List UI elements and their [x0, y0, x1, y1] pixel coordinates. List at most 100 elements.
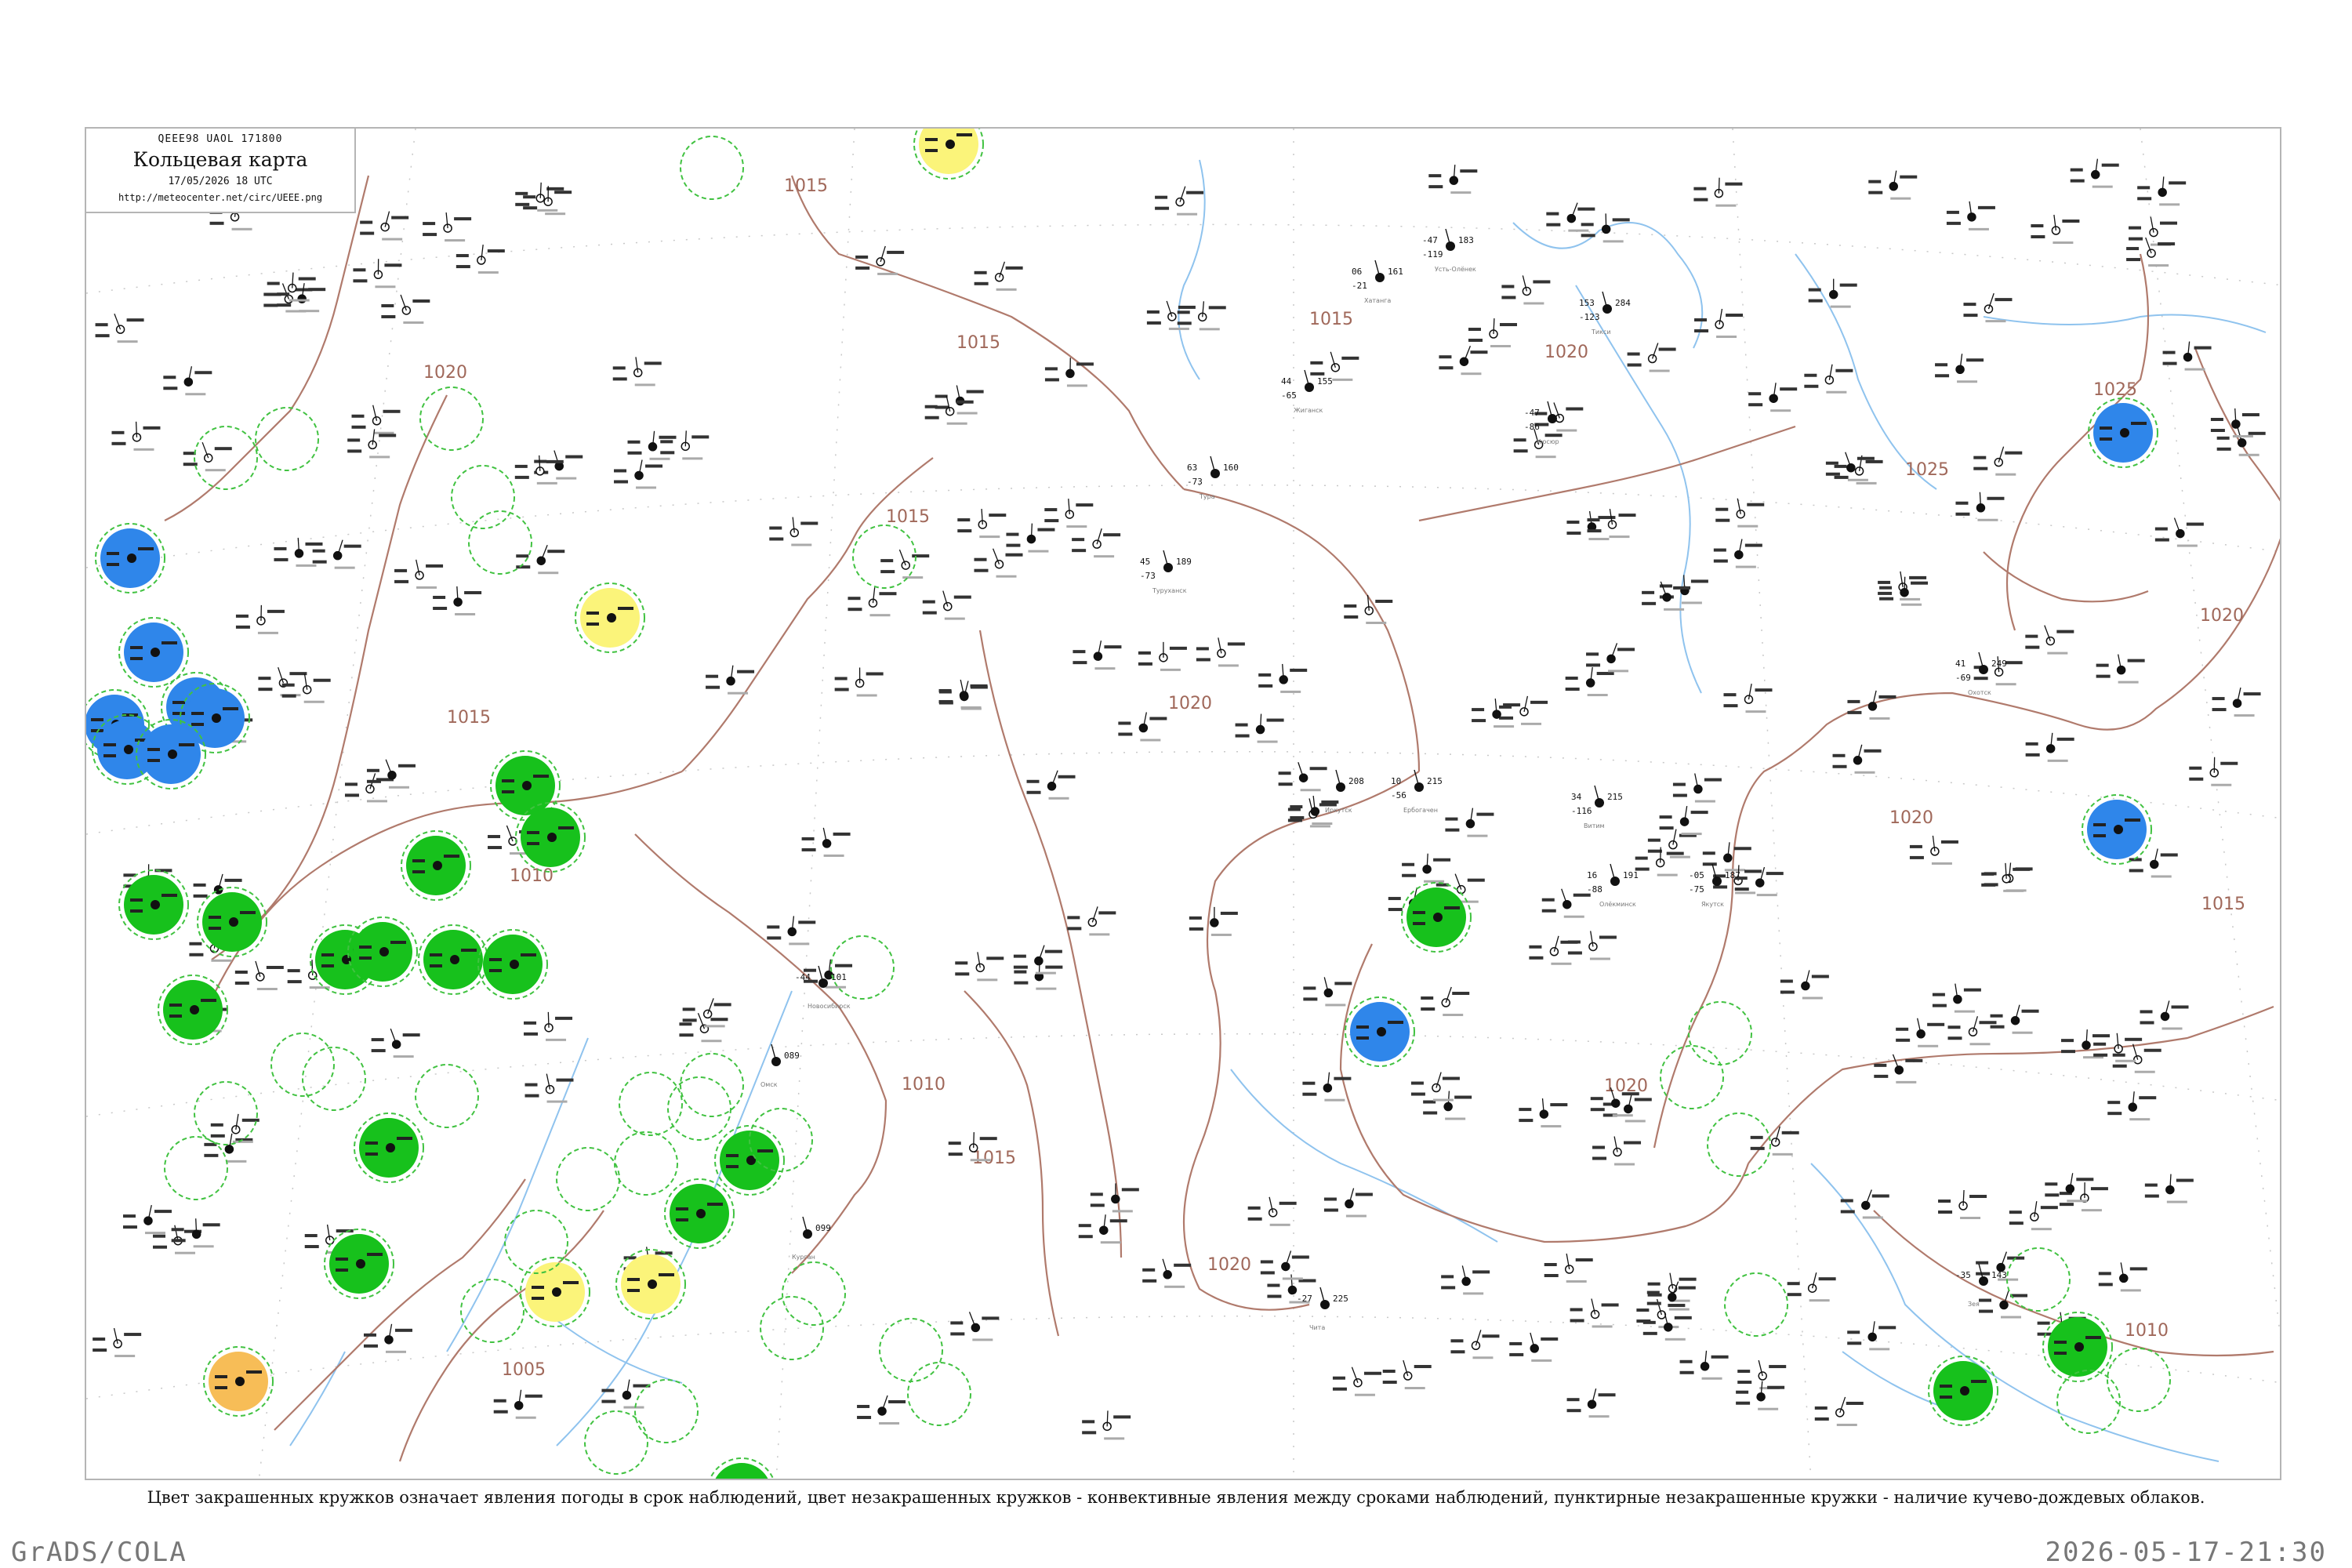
- station-dewpoint: -75: [1689, 884, 1704, 895]
- station-temperature: -47: [1422, 235, 1438, 245]
- station-plot: [1804, 364, 1853, 394]
- phenomena-circle-blue[interactable]: [2088, 397, 2158, 468]
- station-pressure: 161: [1388, 267, 1403, 277]
- phenomena-circle-orange[interactable]: [203, 1346, 274, 1417]
- phenomena-circle-blue[interactable]: [1345, 996, 1415, 1067]
- phenomena-circle-green[interactable]: [158, 975, 228, 1045]
- station-plot: [1044, 499, 1094, 528]
- station-pressure: 143: [1991, 1270, 2007, 1280]
- cb-cloud-ring: [419, 387, 484, 451]
- cb-cloud-ring: [852, 524, 916, 589]
- station-plot: [1581, 213, 1630, 243]
- isobar-label: 1015: [1309, 310, 1353, 329]
- station-plot: [2025, 625, 2074, 655]
- station-plot: [1567, 931, 1617, 960]
- station-plot: [1529, 935, 1578, 965]
- station-temperature: 63: [1187, 463, 1197, 473]
- station-plot: [834, 667, 884, 697]
- station-name: Новосибирск: [808, 1003, 851, 1010]
- station-plot: [1935, 354, 1984, 383]
- station-temperature: 153: [1579, 298, 1595, 308]
- isobar-label: 1025: [2093, 380, 2137, 400]
- station-dewpoint: -73: [1187, 477, 1203, 487]
- station-pressure: 183: [1458, 235, 1474, 245]
- station-observation[interactable]: 215 34 -116 Витим: [1571, 785, 1623, 829]
- phenomena-circle-green[interactable]: [2042, 1312, 2113, 1382]
- phenomena-circle-green[interactable]: [347, 916, 418, 987]
- station-plot: [1814, 1396, 1864, 1426]
- station-plot: [1006, 523, 1055, 553]
- station-observation[interactable]: 161 06 -21 Хатанга: [1352, 260, 1403, 304]
- station-temperature: 06: [1352, 267, 1362, 277]
- station-plot: [281, 673, 331, 703]
- phenomena-circle-green[interactable]: [707, 1457, 776, 1480]
- station-observation[interactable]: 099 Курган: [792, 1216, 831, 1261]
- station-pressure: 215: [1427, 776, 1443, 786]
- station-plot: [1627, 343, 1676, 372]
- station-plot: [880, 549, 930, 579]
- station-observation[interactable]: 215 10 -56 Ербогачен: [1391, 769, 1443, 814]
- isobar-label: 1020: [1889, 808, 1933, 828]
- phenomena-circle-green[interactable]: [477, 929, 548, 1000]
- phenomena-circle-green[interactable]: [664, 1178, 735, 1249]
- station-name: Иркутск: [1325, 807, 1352, 814]
- phenomena-circle-green[interactable]: [118, 869, 189, 940]
- station-plot: [601, 1379, 651, 1409]
- station-plot: [122, 1204, 172, 1235]
- phenomena-circle-yellow[interactable]: [520, 1257, 590, 1327]
- station-plot: [2162, 341, 2212, 371]
- station-observation[interactable]: 225 -27 Чита: [1297, 1287, 1348, 1331]
- cb-cloud-ring: [302, 1047, 366, 1111]
- phenomena-circle-green[interactable]: [515, 802, 586, 873]
- phenomena-circle-green[interactable]: [1928, 1356, 1998, 1426]
- station-plot: [924, 395, 974, 425]
- phenomena-circle-green[interactable]: [324, 1229, 394, 1299]
- cb-cloud-ring: [255, 407, 319, 471]
- isobar-label: 1010: [2125, 1321, 2169, 1341]
- station-plot: [1402, 853, 1451, 883]
- phenomena-circle-green[interactable]: [197, 887, 267, 957]
- phenomena-circle-green[interactable]: [418, 924, 488, 995]
- station-plot: [1421, 986, 1470, 1017]
- phenomena-circle-yellow[interactable]: [615, 1249, 686, 1319]
- station-observation[interactable]: 284 153 -123 Тикси: [1579, 291, 1631, 336]
- station-plot: [1832, 744, 1882, 774]
- station-plot: [1979, 1289, 2028, 1319]
- station-plot: [514, 455, 564, 485]
- station-plot: [1566, 1388, 1616, 1418]
- station-plot: [2126, 237, 2176, 267]
- bulletin-code: QEEE98 UAOL 171800: [158, 133, 283, 145]
- phenomena-circle-blue[interactable]: [118, 617, 189, 688]
- phenomena-circle-green[interactable]: [354, 1112, 424, 1183]
- source-url[interactable]: http://meteocenter.net/circ/UEEE.png: [86, 192, 354, 203]
- phenomena-circle-blue[interactable]: [136, 719, 206, 789]
- station-observation[interactable]: 155 44 -65 Жиганск: [1281, 369, 1333, 414]
- station-plot: [1441, 1265, 1490, 1295]
- station-observation[interactable]: 191 16 -88 Олёкминск: [1587, 863, 1639, 908]
- phenomena-circle-green[interactable]: [401, 830, 471, 901]
- station-observation[interactable]: 189 45 -73 Туруханск: [1140, 550, 1192, 594]
- phenomena-circle-blue[interactable]: [2082, 794, 2152, 865]
- station-plot: [1659, 806, 1708, 836]
- cb-cloud-ring: [194, 426, 258, 490]
- station-plot: [1847, 1321, 1896, 1351]
- station-plot: [363, 1323, 412, 1353]
- station-plot: [2212, 687, 2261, 717]
- station-plot: [1825, 452, 1875, 481]
- station-plot: [1260, 1250, 1309, 1280]
- phenomena-circle-green[interactable]: [1401, 882, 1472, 953]
- station-plot: [371, 1028, 420, 1058]
- station-pressure: 189: [1176, 557, 1192, 567]
- phenomena-circle-yellow[interactable]: [575, 583, 645, 653]
- phenomena-circle-blue[interactable]: [95, 523, 165, 593]
- station-plot: [353, 259, 402, 289]
- cb-cloud-ring: [164, 1136, 228, 1200]
- station-observation[interactable]: 089 Омск: [760, 1044, 800, 1088]
- station-observation[interactable]: 183 -47 -119 Усть-Олёнек: [1422, 228, 1476, 273]
- station-temperature: -05: [1689, 870, 1704, 880]
- station-plot: [1748, 383, 1798, 412]
- phenomena-circle-yellow[interactable]: [913, 129, 984, 180]
- station-plot: [2107, 1091, 2157, 1121]
- station-observation[interactable]: 208 Иркутск: [1325, 769, 1364, 814]
- station-observation[interactable]: 160 63 -73 Тура: [1187, 456, 1239, 500]
